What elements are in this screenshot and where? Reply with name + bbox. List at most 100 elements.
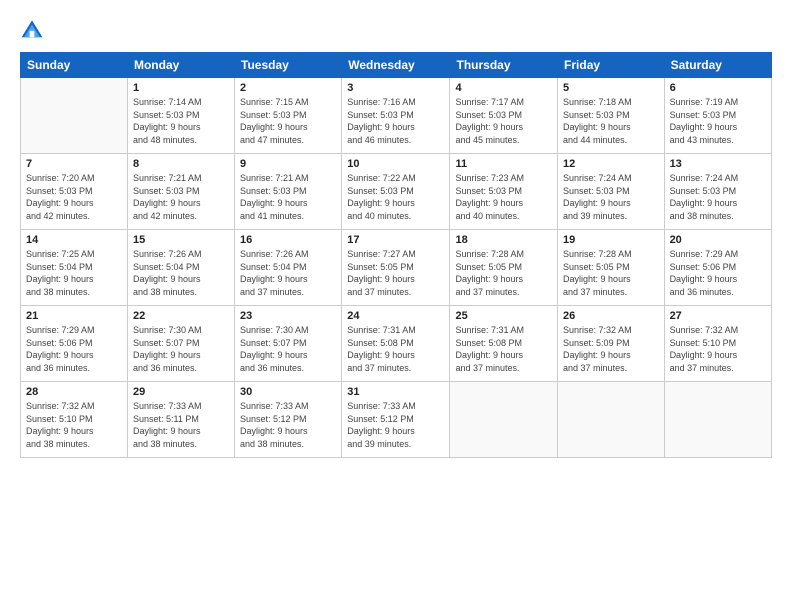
calendar-cell: 3Sunrise: 7:16 AM Sunset: 5:03 PM Daylig… (342, 78, 450, 154)
calendar-table: SundayMondayTuesdayWednesdayThursdayFrid… (20, 52, 772, 458)
calendar-week-row: 14Sunrise: 7:25 AM Sunset: 5:04 PM Dayli… (21, 230, 772, 306)
calendar-cell: 13 Sunrise: 7:24 AM Sunset: 5:03 PM Dayli… (664, 154, 771, 230)
day-number: 11 (455, 158, 552, 170)
day-info: Sunrise: 7:32 AM Sunset: 5:10 PM Dayligh… (26, 400, 122, 450)
calendar-cell: 8 Sunrise: 7:21 AM Sunset: 5:03 PM Daylig… (127, 154, 234, 230)
logo-icon (20, 18, 44, 42)
calendar-cell: 20 Sunrise: 7:29 AM Sunset: 5:06 PM Dayli… (664, 230, 771, 306)
day-info: Sunrise: 7:28 AM Sunset: 5:05 PM Dayligh… (563, 248, 659, 298)
calendar-cell: 31Sunrise: 7:33 AM Sunset: 5:12 PM Dayli… (342, 382, 450, 458)
day-info: Sunrise: 7:33 AM Sunset: 5:12 PM Dayligh… (240, 400, 336, 450)
calendar-cell: 19 Sunrise: 7:28 AM Sunset: 5:05 PM Dayli… (558, 230, 665, 306)
calendar-cell: 14Sunrise: 7:25 AM Sunset: 5:04 PM Dayli… (21, 230, 128, 306)
day-info: Sunrise: 7:24 AM Sunset: 5:03 PM Dayligh… (670, 172, 766, 222)
page-header (20, 18, 772, 42)
day-info: Sunrise: 7:25 AM Sunset: 5:04 PM Dayligh… (26, 248, 122, 298)
logo (20, 18, 48, 42)
calendar-cell: 16 Sunrise: 7:26 AM Sunset: 5:04 PM Dayli… (235, 230, 342, 306)
day-info: Sunrise: 7:32 AM Sunset: 5:10 PM Dayligh… (670, 324, 766, 374)
calendar-page: SundayMondayTuesdayWednesdayThursdayFrid… (0, 0, 792, 612)
calendar-cell: 2 Sunrise: 7:15 AM Sunset: 5:03 PM Daylig… (235, 78, 342, 154)
calendar-day-header: Sunday (21, 53, 128, 78)
calendar-cell: 24Sunrise: 7:31 AM Sunset: 5:08 PM Dayli… (342, 306, 450, 382)
day-number: 1 (133, 82, 229, 94)
calendar-day-header: Friday (558, 53, 665, 78)
calendar-cell: 4 Sunrise: 7:17 AM Sunset: 5:03 PM Daylig… (450, 78, 558, 154)
day-info: Sunrise: 7:23 AM Sunset: 5:03 PM Dayligh… (455, 172, 552, 222)
day-number: 9 (240, 158, 336, 170)
day-info: Sunrise: 7:26 AM Sunset: 5:04 PM Dayligh… (133, 248, 229, 298)
day-info: Sunrise: 7:18 AM Sunset: 5:03 PM Dayligh… (563, 96, 659, 146)
calendar-day-header: Thursday (450, 53, 558, 78)
day-number: 23 (240, 310, 336, 322)
calendar-cell: 5 Sunrise: 7:18 AM Sunset: 5:03 PM Daylig… (558, 78, 665, 154)
day-number: 26 (563, 310, 659, 322)
day-number: 13 (670, 158, 766, 170)
calendar-day-header: Saturday (664, 53, 771, 78)
day-info: Sunrise: 7:33 AM Sunset: 5:12 PM Dayligh… (347, 400, 444, 450)
calendar-day-header: Monday (127, 53, 234, 78)
day-number: 30 (240, 386, 336, 398)
day-number: 22 (133, 310, 229, 322)
day-info: Sunrise: 7:17 AM Sunset: 5:03 PM Dayligh… (455, 96, 552, 146)
day-number: 15 (133, 234, 229, 246)
calendar-week-row: 21 Sunrise: 7:29 AM Sunset: 5:06 PM Dayli… (21, 306, 772, 382)
calendar-week-row: 1 Sunrise: 7:14 AM Sunset: 5:03 PM Daylig… (21, 78, 772, 154)
calendar-cell: 12Sunrise: 7:24 AM Sunset: 5:03 PM Dayli… (558, 154, 665, 230)
day-info: Sunrise: 7:29 AM Sunset: 5:06 PM Dayligh… (670, 248, 766, 298)
day-number: 8 (133, 158, 229, 170)
day-number: 17 (347, 234, 444, 246)
day-number: 24 (347, 310, 444, 322)
calendar-cell: 9 Sunrise: 7:21 AM Sunset: 5:03 PM Daylig… (235, 154, 342, 230)
day-info: Sunrise: 7:19 AM Sunset: 5:03 PM Dayligh… (670, 96, 766, 146)
calendar-cell: 27Sunrise: 7:32 AM Sunset: 5:10 PM Dayli… (664, 306, 771, 382)
calendar-cell: 30 Sunrise: 7:33 AM Sunset: 5:12 PM Dayli… (235, 382, 342, 458)
calendar-cell (21, 78, 128, 154)
calendar-cell: 25Sunrise: 7:31 AM Sunset: 5:08 PM Dayli… (450, 306, 558, 382)
calendar-cell: 7 Sunrise: 7:20 AM Sunset: 5:03 PM Daylig… (21, 154, 128, 230)
day-info: Sunrise: 7:26 AM Sunset: 5:04 PM Dayligh… (240, 248, 336, 298)
day-number: 4 (455, 82, 552, 94)
day-info: Sunrise: 7:16 AM Sunset: 5:03 PM Dayligh… (347, 96, 444, 146)
calendar-cell: 1 Sunrise: 7:14 AM Sunset: 5:03 PM Daylig… (127, 78, 234, 154)
day-number: 2 (240, 82, 336, 94)
day-info: Sunrise: 7:21 AM Sunset: 5:03 PM Dayligh… (240, 172, 336, 222)
day-info: Sunrise: 7:20 AM Sunset: 5:03 PM Dayligh… (26, 172, 122, 222)
calendar-header-row: SundayMondayTuesdayWednesdayThursdayFrid… (21, 53, 772, 78)
day-info: Sunrise: 7:31 AM Sunset: 5:08 PM Dayligh… (455, 324, 552, 374)
day-number: 18 (455, 234, 552, 246)
calendar-week-row: 7 Sunrise: 7:20 AM Sunset: 5:03 PM Daylig… (21, 154, 772, 230)
day-number: 10 (347, 158, 444, 170)
day-number: 29 (133, 386, 229, 398)
day-info: Sunrise: 7:32 AM Sunset: 5:09 PM Dayligh… (563, 324, 659, 374)
day-info: Sunrise: 7:15 AM Sunset: 5:03 PM Dayligh… (240, 96, 336, 146)
calendar-cell: 11 Sunrise: 7:23 AM Sunset: 5:03 PM Dayli… (450, 154, 558, 230)
day-number: 19 (563, 234, 659, 246)
calendar-day-header: Tuesday (235, 53, 342, 78)
calendar-day-header: Wednesday (342, 53, 450, 78)
day-info: Sunrise: 7:22 AM Sunset: 5:03 PM Dayligh… (347, 172, 444, 222)
day-info: Sunrise: 7:29 AM Sunset: 5:06 PM Dayligh… (26, 324, 122, 374)
calendar-cell: 18 Sunrise: 7:28 AM Sunset: 5:05 PM Dayli… (450, 230, 558, 306)
calendar-cell: 17Sunrise: 7:27 AM Sunset: 5:05 PM Dayli… (342, 230, 450, 306)
day-number: 16 (240, 234, 336, 246)
calendar-cell (558, 382, 665, 458)
day-info: Sunrise: 7:14 AM Sunset: 5:03 PM Dayligh… (133, 96, 229, 146)
day-number: 7 (26, 158, 122, 170)
day-number: 12 (563, 158, 659, 170)
day-number: 6 (670, 82, 766, 94)
calendar-cell: 22Sunrise: 7:30 AM Sunset: 5:07 PM Dayli… (127, 306, 234, 382)
day-number: 21 (26, 310, 122, 322)
calendar-cell: 28 Sunrise: 7:32 AM Sunset: 5:10 PM Dayli… (21, 382, 128, 458)
day-info: Sunrise: 7:30 AM Sunset: 5:07 PM Dayligh… (240, 324, 336, 374)
calendar-cell: 6 Sunrise: 7:19 AM Sunset: 5:03 PM Daylig… (664, 78, 771, 154)
day-info: Sunrise: 7:21 AM Sunset: 5:03 PM Dayligh… (133, 172, 229, 222)
calendar-cell (664, 382, 771, 458)
day-number: 28 (26, 386, 122, 398)
day-info: Sunrise: 7:33 AM Sunset: 5:11 PM Dayligh… (133, 400, 229, 450)
calendar-cell: 29 Sunrise: 7:33 AM Sunset: 5:11 PM Dayli… (127, 382, 234, 458)
calendar-cell: 23 Sunrise: 7:30 AM Sunset: 5:07 PM Dayli… (235, 306, 342, 382)
day-number: 20 (670, 234, 766, 246)
day-number: 5 (563, 82, 659, 94)
day-info: Sunrise: 7:28 AM Sunset: 5:05 PM Dayligh… (455, 248, 552, 298)
